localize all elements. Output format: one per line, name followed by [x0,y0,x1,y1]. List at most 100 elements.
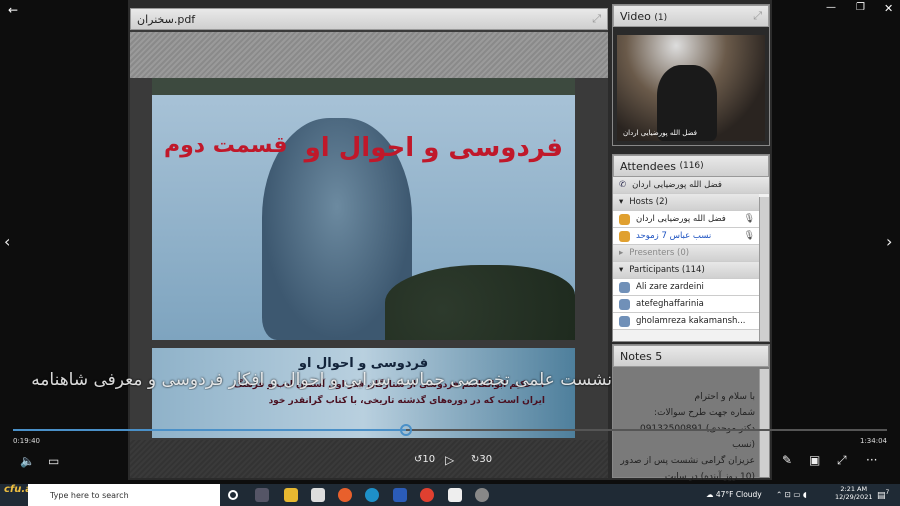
participant-row[interactable]: atefeghaffarinia [613,296,759,313]
presenters-group[interactable]: ▸ Presenters (0) [613,245,759,262]
host-icon [619,213,630,225]
attendees-count: (116) [679,161,704,171]
file-explorer-icon[interactable] [284,488,298,502]
weather-text: 47°F Cloudy [715,490,762,499]
cortana-icon[interactable] [228,490,238,500]
host-icon [619,230,630,242]
participants-label: Participants (114) [629,265,705,275]
weather-widget[interactable]: ☁ 47°F Cloudy [706,490,762,499]
mic-icon: 🎙 [743,231,755,241]
participants-group[interactable]: ▾ Participants (114) [613,262,759,279]
pdf-title: سخنران.pdf [137,12,196,26]
note-line: شماره جهت طرح سوالات: [654,408,755,418]
forward-30-button[interactable]: ↻30 [471,454,492,465]
note-line: (10 روز آینده) در سایت [664,472,755,482]
slide2-heading: فردوسی و احوال او [298,356,429,371]
right-panel: Video (1) ⤢ فضل الله پورضیایی اردان Atten… [612,0,772,482]
webcam-feed: فضل الله پورضیایی اردان [617,35,765,141]
captions-icon[interactable]: ▭ [48,454,59,468]
slide2-line: ایران است که در دوره‌های گذشته تاریخی، ب… [268,396,545,406]
collapse-icon: ▾ [619,197,624,207]
presenters-label: Presenters (0) [629,248,690,258]
maximize-button[interactable]: ❐ [856,2,865,13]
attendees-pod: Attendees (116) ✆ فضل الله پورضیایی اردان… [612,154,770,342]
note-line: با سلام و احترام [694,392,755,402]
phone-icon: ✆ [619,180,627,190]
collapse-icon: ▾ [619,265,624,275]
note-line: عزیزان گرامی نشست پس از صدور [620,456,755,466]
fullscreen-icon[interactable]: ⤢ [592,12,601,26]
participant-name: Ali zare zardeini [636,282,704,292]
video-count: (1) [654,12,668,23]
chrome-icon[interactable] [420,488,434,502]
host-row[interactable]: فضل الله پورضیایی اردان 🎙 [613,211,759,228]
slide-subtitle: قسمت دوم [164,133,288,158]
pdf-pod-header: سخنران.pdf ⤢ [130,8,608,30]
mic-icon: 🎙 [743,214,755,224]
notifications-icon[interactable]: ▤7 [877,489,889,501]
clock-date: 12/29/2021 [835,493,873,501]
video-pod: Video (1) ⤢ فضل الله پورضیایی اردان [612,4,770,146]
pdf-hatch [130,32,608,78]
more-icon[interactable]: ··· [866,453,877,467]
clock[interactable]: 2:21 AM 12/29/2021 [835,485,872,501]
host-name: فضل الله پورضیایی اردان [636,214,726,224]
participant-icon [619,315,630,327]
play-button[interactable]: ▷ [445,453,454,467]
mail-icon[interactable] [311,488,325,502]
edit-icon[interactable]: ✎ [782,453,792,467]
pdf-footer [130,440,608,478]
seek-fill [13,429,407,431]
participant-row[interactable]: gholamreza kakamansh... [613,313,759,330]
notes-title: Notes 5 [620,349,663,363]
participant-icon [619,281,630,293]
hosts-label: Hosts (2) [629,197,668,207]
fullscreen-icon[interactable]: ⤢ [753,9,762,23]
task-view-icon[interactable] [255,488,269,502]
current-time: 0:19:40 [13,437,40,445]
participant-row[interactable]: Ali zare zardeini [613,279,759,296]
fullscreen-icon[interactable]: ⤢ [837,453,847,468]
edge-icon[interactable] [365,488,379,502]
slide-text: فردوسی و احوال او ۱– حکیم ابوالقاسم فردو… [152,348,575,438]
minimize-button[interactable]: — [826,2,836,13]
word-icon[interactable] [393,488,407,502]
search-placeholder: Type here to search [50,490,129,500]
next-arrow[interactable]: › [886,232,892,251]
notes-scrollbar[interactable] [759,369,769,477]
rewind-10-button[interactable]: ↺10 [414,454,435,465]
subtitle-caption: نشست علمی تخصصی حماسه سرایی و احوال و اف… [31,370,612,390]
slide-title: فردوسی و احوال او [304,133,563,163]
participant-icon [619,298,630,310]
my-status-row[interactable]: ✆ فضل الله پورضیایی اردان [613,177,769,194]
host-name: نسب عباس 7 زموحد [636,231,712,241]
hosts-group[interactable]: ▾ Hosts (2) [613,194,759,211]
notification-count: 7 [885,489,890,496]
mini-view-icon[interactable]: ▣ [809,453,820,467]
host-row[interactable]: نسب عباس 7 زموحد 🎙 [613,228,759,245]
media-player-icon[interactable] [475,488,489,502]
taskbar-search[interactable]: Type here to search [28,484,220,506]
trees-image [385,265,575,340]
tray-icons[interactable]: ⌃ ⊡ ▭ ◖ [776,490,807,499]
attendees-title: Attendees [620,159,676,173]
video-editor-icon[interactable] [448,488,462,502]
notes-pod: Notes 5 با سلام و احترام شماره جهت طرح س… [612,344,770,482]
close-button[interactable]: ✕ [884,2,893,15]
attendees-scrollbar[interactable] [759,197,769,341]
firefox-icon[interactable] [338,488,352,502]
back-button[interactable]: ← [8,3,18,17]
webcam-caption: فضل الله پورضیایی اردان [623,129,697,137]
slide-image: فردوسی و احوال او قسمت دوم [152,78,575,340]
meeting-stage: سخنران.pdf ⤢ فردوسی و احوال او قسمت دوم … [128,0,772,482]
previous-arrow[interactable]: ‹ [4,232,10,251]
video-title: Video [620,9,651,23]
notes-body: با سلام و احترام شماره جهت طرح سوالات: د… [613,367,769,485]
participant-name: atefeghaffarinia [636,299,704,309]
volume-icon[interactable]: 🔈 [20,454,35,468]
participant-name: gholamreza kakamansh... [636,316,746,326]
my-name: فضل الله پورضیایی اردان [632,180,722,190]
photo-strip [152,78,575,95]
seek-bar[interactable] [13,429,887,431]
note-line: (نسب [732,440,755,450]
